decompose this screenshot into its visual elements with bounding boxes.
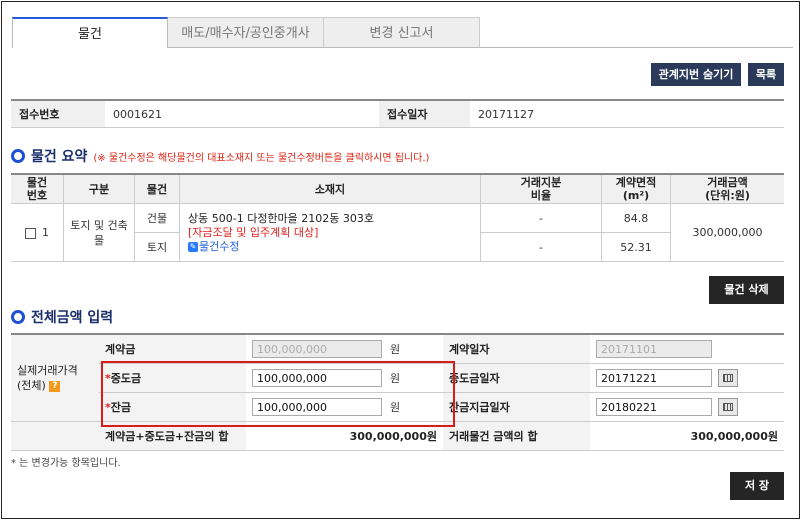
pencil-icon: ✎ [188, 241, 198, 252]
actual-price-label: 실제거래가격 [17, 364, 78, 377]
calendar-icon[interactable] [718, 398, 738, 416]
balance-date-label: 잔금지급일자 [443, 392, 590, 422]
hide-lot-button[interactable]: 관계지번 숨기기 [651, 63, 741, 86]
contract-date-cell: 20171101 [590, 334, 784, 364]
balance-input[interactable]: 100,000,000 [252, 398, 382, 416]
col-category: 구분 [63, 174, 135, 204]
item-summary-table: 물건 번호 구분 물건 소재지 거래지분 비율 계약면적 (m²) 거래금액 (… [11, 173, 784, 262]
tab-change-report[interactable]: 변경 신고서 [324, 17, 480, 48]
circle-bullet-icon [11, 149, 25, 163]
total-value: 300,000,000원 [590, 421, 784, 451]
contract-date-input[interactable]: 20171101 [596, 340, 712, 358]
item-no-value: 1 [42, 226, 49, 239]
delete-item-button[interactable]: 물건 삭제 [709, 276, 784, 304]
actual-price-group: 실제거래가격 (전체) ? [11, 334, 99, 422]
col-price: 거래금액 (단위:원) [670, 174, 784, 204]
summary-note: (※ 물건수정은 해당물건의 대표소재지 또는 물건수정버튼을 클릭하시면 됩니… [93, 152, 430, 164]
contract-cell: 100,000,000 원 [246, 334, 443, 364]
balance-date-cell: 20180221 [590, 392, 784, 422]
col-area: 계약면적 (m²) [601, 174, 671, 204]
contract-input[interactable]: 100,000,000 [252, 340, 382, 358]
receipt-number-value: 0001621 [105, 100, 379, 128]
col-location: 소재지 [179, 174, 481, 204]
location-cell: 상동 500-1 다정한마을 2102동 303호 [자금조달 및 입주계획 대… [179, 203, 481, 262]
balance-label: *잔금 [99, 392, 246, 422]
col-share-ratio: 거래지분 비율 [480, 174, 602, 204]
help-icon[interactable]: ? [49, 380, 61, 392]
price-title-text: 전체금액 입력 [31, 310, 114, 326]
price-cell: 300,000,000 [670, 203, 784, 262]
row-checkbox[interactable] [25, 227, 36, 239]
middle-payment-input[interactable]: 100,000,000 [252, 369, 382, 387]
calendar-icon[interactable] [718, 369, 738, 387]
sum-label: 계약금+중도금+잔금의 합 [99, 421, 246, 451]
type-building: 건물 [134, 203, 180, 233]
contract-label: 계약금 [99, 334, 246, 364]
middle-unit: 원 [390, 372, 401, 385]
tab-divider [168, 47, 793, 48]
tab-parties[interactable]: 매도/매수자/공인중개사 [168, 17, 324, 48]
edit-item-link[interactable]: ✎ 물건수정 [188, 240, 472, 254]
sum-value: 300,000,000원 [246, 421, 443, 451]
price-section-title: 전체금액 입력 [11, 307, 113, 327]
receipt-date-label: 접수일자 [379, 100, 470, 128]
summary-title-text: 물건 요약 [31, 149, 88, 165]
tab-item[interactable]: 물건 [12, 17, 168, 48]
price-input-table: 실제거래가격 (전체) ? 계약금 100,000,000 원 계약일자 2017… [11, 333, 784, 451]
area-land: 52.31 [601, 232, 671, 262]
address-link[interactable]: 상동 500-1 다정한마을 2102동 303호 [188, 212, 472, 226]
middle-date-input[interactable]: 20171221 [596, 369, 712, 387]
contract-unit: 원 [390, 343, 401, 356]
circle-bullet-icon [11, 310, 25, 324]
middle-date-label: 중도금일자 [443, 363, 590, 393]
receipt-date-value: 20171127 [470, 100, 784, 128]
tab-bar: 물건 매도/매수자/공인중개사 변경 신고서 [12, 17, 480, 48]
type-land: 토지 [134, 232, 180, 262]
table-row: 1 토지 및 건축물 건물 상동 500-1 다정한마을 2102동 303호 … [11, 203, 784, 262]
ratio-land: - [480, 232, 602, 262]
balance-unit: 원 [390, 401, 401, 414]
balance-date-input[interactable]: 20180221 [596, 398, 712, 416]
col-item: 물건 [134, 174, 180, 204]
list-button[interactable]: 목록 [748, 63, 784, 86]
sum-row-spacer [11, 421, 99, 451]
category-cell: 토지 및 건축물 [63, 203, 135, 262]
area-building: 84.8 [601, 203, 671, 233]
total-label: 거래물건 금액의 합 [443, 421, 590, 451]
save-button[interactable]: 저 장 [730, 472, 784, 500]
ratio-building: - [480, 203, 602, 233]
col-item-no: 물건 번호 [11, 174, 64, 204]
contract-date-label: 계약일자 [443, 334, 590, 364]
balance-cell: 100,000,000 원 [246, 392, 443, 422]
whole-label: (전체) [17, 379, 46, 392]
middle-label: *중도금 [99, 363, 246, 393]
receipt-number-label: 접수번호 [11, 100, 105, 128]
middle-cell: 100,000,000 원 [246, 363, 443, 393]
funding-plan-tag: [자금조달 및 입주계획 대상] [188, 225, 319, 239]
editable-footnote: * 는 변경가능 항목입니다. [11, 458, 121, 469]
item-no-cell: 1 [11, 203, 64, 262]
receipt-info-table: 접수번호 0001621 접수일자 20171127 [11, 99, 784, 128]
middle-date-cell: 20171221 [590, 363, 784, 393]
summary-section-title: 물건 요약 (※ 물건수정은 해당물건의 대표소재지 또는 물건수정버튼을 클릭… [11, 146, 429, 166]
